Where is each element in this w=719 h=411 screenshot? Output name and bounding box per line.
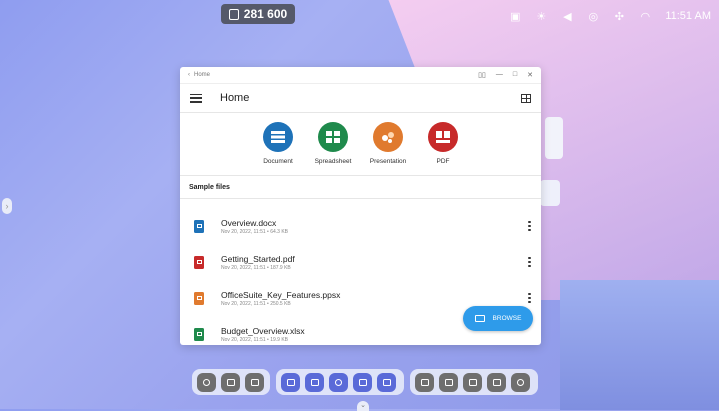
file-name: Overview.docx	[221, 217, 277, 228]
pdf-icon	[428, 122, 458, 152]
pen-icon[interactable]	[463, 372, 482, 392]
category-label: Document	[263, 158, 293, 165]
category-label: Spreadsheet	[314, 158, 352, 165]
file-name: Getting_Started.pdf	[221, 253, 295, 264]
category-label: Presentation	[369, 158, 407, 165]
window-title: Home	[194, 72, 211, 78]
file-meta: Nov 20, 2022, 11:51 • 64.3 KB	[221, 228, 288, 235]
minimize-icon[interactable]: —	[496, 71, 503, 79]
left-edge-handle[interactable]: ›	[2, 198, 12, 214]
category-pdf[interactable]: PDF	[421, 122, 466, 175]
file-name: OfficeSuite_Key_Features.ppsx	[221, 289, 341, 300]
file-meta: Nov 20, 2022, 11:51 • 187.9 KB	[221, 264, 291, 271]
file-item[interactable]: Overview.docx Nov 20, 2022, 11:51 • 64.3…	[180, 208, 541, 244]
volume-icon[interactable]: ◀	[561, 10, 573, 23]
section-header: Sample files	[180, 176, 541, 199]
more-icon[interactable]	[511, 372, 530, 392]
background-widget	[540, 180, 560, 206]
wallpaper-steps	[560, 280, 719, 410]
xlsx-file-icon	[194, 327, 204, 341]
more-options-icon[interactable]	[528, 292, 531, 304]
browse-button[interactable]: BROWSE	[463, 306, 533, 331]
window-titlebar: ‹ Home ▯▯ — □ ✕	[180, 67, 541, 84]
wifi-icon[interactable]: ◠	[639, 10, 651, 23]
screenshot-icon[interactable]	[439, 372, 458, 392]
dock-group-tools	[410, 369, 538, 395]
settings-icon[interactable]: ◎	[587, 10, 599, 23]
folder-icon	[474, 315, 485, 322]
timer-icon[interactable]	[487, 372, 506, 392]
split-view-icon[interactable]: ▯▯	[478, 71, 486, 79]
screen-share-app-icon[interactable]	[353, 372, 372, 392]
presentation-icon	[373, 122, 403, 152]
document-icon	[263, 122, 293, 152]
back-button[interactable]	[197, 372, 216, 392]
brightness-icon[interactable]: ☀	[535, 10, 547, 23]
file-manager-window: ‹ Home ▯▯ — □ ✕ Home Document Spreadshee…	[180, 67, 541, 345]
more-options-icon[interactable]	[528, 256, 531, 268]
file-meta: Nov 20, 2022, 11:51 • 19.9 KB	[221, 336, 288, 343]
pdf-file-icon	[194, 255, 204, 269]
category-document[interactable]: Document	[256, 122, 301, 175]
dock-group-nav	[192, 369, 270, 395]
close-icon[interactable]: ✕	[527, 71, 533, 79]
background-widget	[545, 117, 563, 159]
menu-icon[interactable]	[190, 93, 202, 103]
maximize-icon[interactable]: □	[513, 71, 517, 79]
recent-apps-button[interactable]	[245, 372, 264, 392]
category-row: Document Spreadsheet Presentation PDF	[180, 113, 541, 176]
category-label: PDF	[436, 158, 450, 165]
counter-badge: 281 600	[221, 4, 295, 24]
home-button[interactable]	[221, 372, 240, 392]
spreadsheet-icon	[318, 122, 348, 152]
app-bar: Home	[180, 84, 541, 113]
page-title: Home	[220, 92, 250, 104]
category-presentation[interactable]: Presentation	[366, 122, 411, 175]
annotate-icon[interactable]	[415, 372, 434, 392]
screen-share-icon[interactable]: ▣	[509, 10, 521, 23]
clock: 11:51 AM	[665, 10, 711, 22]
status-bar: ▣ ☀ ◀ ◎ ✣ ◠ 11:51 AM	[509, 10, 711, 23]
browse-label: BROWSE	[492, 315, 522, 322]
grid-view-icon[interactable]	[521, 93, 531, 103]
back-icon[interactable]: ‹	[188, 72, 190, 78]
file-name: Budget_Overview.xlsx	[221, 325, 305, 336]
ppsx-file-icon	[194, 291, 204, 305]
counter-value: 281 600	[243, 7, 288, 21]
category-spreadsheet[interactable]: Spreadsheet	[311, 122, 356, 175]
chevron-down-icon[interactable]: ⌄	[357, 401, 369, 411]
all-apps-icon[interactable]	[377, 372, 396, 392]
files-app-icon[interactable]	[305, 372, 324, 392]
docx-file-icon	[194, 219, 204, 233]
dock-group-apps	[276, 369, 404, 395]
file-item[interactable]: Getting_Started.pdf Nov 20, 2022, 11:51 …	[180, 244, 541, 280]
device-icon	[228, 8, 239, 20]
browser-app-icon[interactable]	[329, 372, 348, 392]
whiteboard-app-icon[interactable]	[281, 372, 300, 392]
more-options-icon[interactable]	[528, 220, 531, 232]
file-meta: Nov 20, 2022, 11:51 • 250.5 KB	[221, 300, 291, 307]
network-icon[interactable]: ✣	[613, 10, 625, 23]
